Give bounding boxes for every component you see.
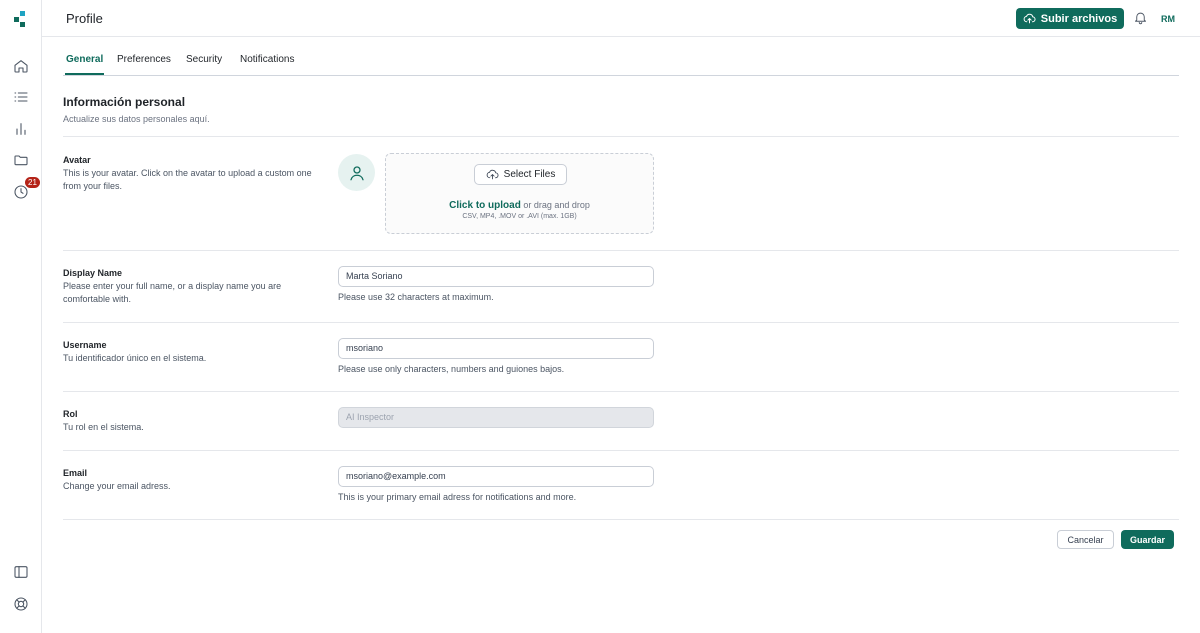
upload-hint: CSV, MP4, .MOV or .AVI (max. 1GB) — [462, 213, 577, 220]
divider — [63, 519, 1179, 520]
help-lifebuoy-icon[interactable] — [12, 595, 30, 613]
active-tab-indicator — [65, 73, 104, 75]
cloud-upload-icon — [1023, 13, 1036, 24]
user-icon — [349, 165, 364, 180]
divider — [63, 250, 1179, 251]
click-to-upload-link[interactable]: Click to upload — [449, 200, 521, 211]
avatar-description: This is your avatar. Click on the avatar… — [63, 168, 312, 191]
folder-icon[interactable] — [12, 151, 30, 169]
rol-label: Rol — [63, 409, 78, 419]
list-icon[interactable] — [12, 88, 30, 106]
rol-description: Tu rol en el sistema. — [63, 422, 144, 432]
username-label: Username — [63, 340, 107, 350]
upload-files-button[interactable]: Subir archivos — [1016, 8, 1124, 29]
display-name-label: Display Name — [63, 268, 123, 278]
sidebar-toggle-icon[interactable] — [12, 563, 30, 581]
divider — [63, 391, 1179, 392]
email-help: This is your primary email adress for no… — [338, 492, 577, 502]
tab-notifications[interactable]: Notifications — [240, 54, 294, 65]
email-label: Email — [63, 468, 88, 478]
drag-drop-text: or drag and drop — [520, 200, 590, 210]
tab-general[interactable]: General — [66, 54, 103, 65]
sidebar: 21 — [0, 0, 42, 633]
username-help: Please use only characters, numbers and … — [338, 364, 565, 374]
display-name-help: Please use 32 characters at maximum. — [338, 292, 494, 302]
user-avatar[interactable]: RM — [1157, 10, 1179, 27]
username-input[interactable]: msoriano — [338, 338, 654, 359]
email-description: Change your email adress. — [63, 481, 171, 491]
section-title: Información personal — [63, 95, 186, 109]
divider — [63, 322, 1179, 323]
tab-security[interactable]: Security — [186, 54, 222, 65]
tab-bar: General Preferences Security Notificatio… — [63, 37, 1179, 76]
notification-badge: 21 — [25, 177, 40, 188]
rol-input-disabled: AI Inspector — [338, 407, 654, 428]
cancel-button[interactable]: Cancelar — [1057, 530, 1114, 549]
divider — [63, 450, 1179, 451]
section-subtitle: Actualize sus datos personales aquí. — [63, 114, 210, 124]
tab-preferences[interactable]: Preferences — [117, 54, 171, 65]
save-button[interactable]: Guardar — [1121, 530, 1174, 549]
avatar-upload[interactable] — [338, 154, 375, 191]
username-description: Tu identificador único en el sistema. — [63, 353, 207, 363]
upload-files-label: Subir archivos — [1040, 12, 1118, 25]
email-input[interactable]: msoriano@example.com — [338, 466, 654, 487]
display-name-description: Please enter your full name, or a displa… — [63, 281, 282, 304]
divider — [63, 136, 1179, 137]
bell-icon[interactable] — [1133, 10, 1148, 25]
cloud-upload-icon — [486, 169, 499, 180]
home-icon[interactable] — [12, 57, 30, 75]
select-files-button[interactable]: Select Files — [474, 164, 567, 185]
bar-chart-icon[interactable] — [12, 120, 30, 138]
app-logo[interactable] — [14, 11, 30, 27]
file-dropzone[interactable]: Select Files Click to upload or drag and… — [385, 153, 654, 234]
avatar-label: Avatar — [63, 155, 91, 165]
select-files-label: Select Files — [503, 169, 556, 180]
page-title: Profile — [66, 11, 103, 26]
display-name-input[interactable]: Marta Soriano — [338, 266, 654, 287]
